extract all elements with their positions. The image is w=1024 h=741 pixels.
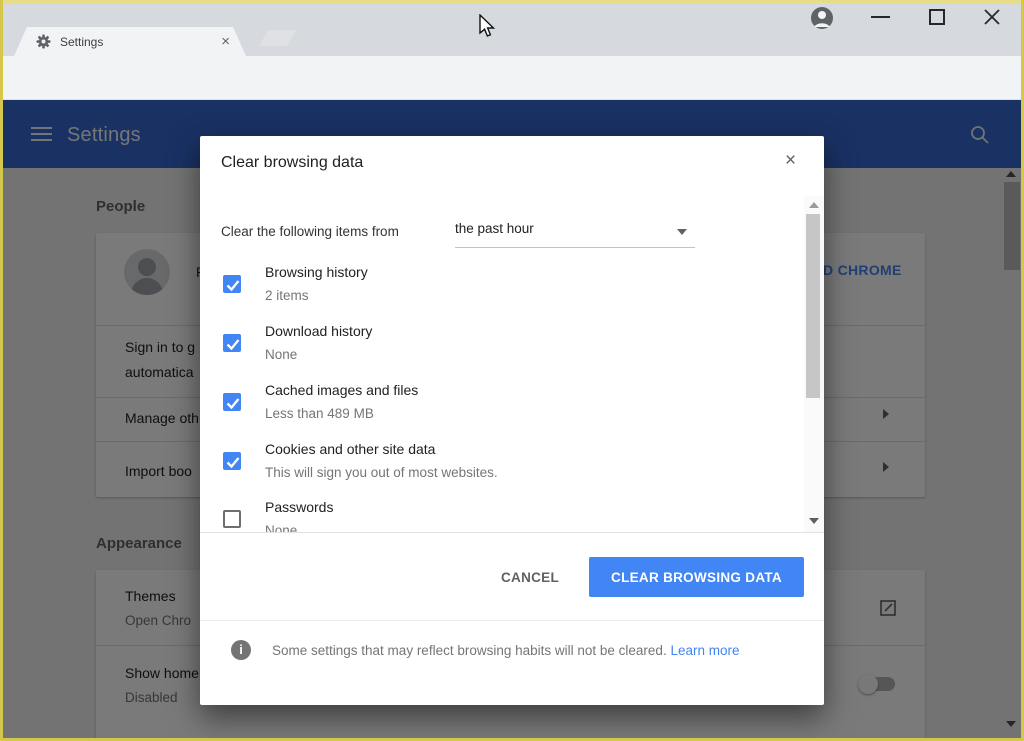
learn-more-link[interactable]: Learn more bbox=[670, 643, 739, 658]
footnote-text: Some settings that may reflect browsing … bbox=[272, 643, 667, 658]
dialog-divider bbox=[200, 532, 824, 533]
checkbox[interactable] bbox=[223, 334, 241, 352]
scrollbar-up-icon[interactable] bbox=[809, 202, 819, 208]
clear-browsing-data-dialog: Clear browsing data × Clear the followin… bbox=[200, 136, 824, 705]
browser-window: Settings × ← → Chrome bbox=[0, 0, 1024, 741]
checkbox-label: Cookies and other site data bbox=[265, 441, 435, 457]
time-range-value: the past hour bbox=[455, 221, 534, 236]
checkbox-label: Download history bbox=[265, 323, 372, 339]
dialog-footnote: Some settings that may reflect browsing … bbox=[272, 639, 796, 663]
dialog-scrollbar-thumb[interactable] bbox=[806, 214, 820, 398]
dialog-footer-divider bbox=[200, 620, 824, 621]
info-icon: i bbox=[231, 640, 251, 660]
window-maximize-button[interactable] bbox=[929, 9, 945, 25]
cancel-button[interactable]: CANCEL bbox=[480, 557, 580, 597]
window-close-button[interactable] bbox=[983, 8, 1001, 26]
clear-browsing-data-button[interactable]: CLEAR BROWSING DATA bbox=[589, 557, 804, 597]
time-range-label: Clear the following items from bbox=[221, 224, 399, 239]
checkbox-row[interactable]: Browsing history 2 items bbox=[200, 258, 790, 314]
tab-settings[interactable]: Settings × bbox=[14, 27, 246, 56]
checkbox[interactable] bbox=[223, 452, 241, 470]
checkbox-row[interactable]: Download history None bbox=[200, 317, 790, 373]
scrollbar-down-icon[interactable] bbox=[809, 518, 819, 524]
dialog-title: Clear browsing data bbox=[221, 154, 363, 172]
window-frame-left bbox=[0, 0, 3, 741]
checkbox[interactable] bbox=[223, 275, 241, 293]
dialog-scroll-area: Clear the following items from the past … bbox=[200, 196, 824, 532]
time-range-select[interactable]: the past hour bbox=[455, 220, 695, 248]
checkbox-row[interactable]: Cookies and other site data This will si… bbox=[200, 435, 790, 491]
tab-close-icon[interactable]: × bbox=[221, 34, 230, 49]
checkbox-detail: This will sign you out of most websites. bbox=[265, 465, 498, 480]
profile-avatar-icon[interactable] bbox=[810, 6, 834, 30]
checkbox-detail: Less than 489 MB bbox=[265, 406, 374, 421]
mouse-cursor bbox=[478, 14, 496, 40]
checkbox[interactable] bbox=[223, 393, 241, 411]
checkbox-label: Browsing history bbox=[265, 264, 368, 280]
window-minimize-button[interactable] bbox=[871, 16, 890, 18]
tab-title: Settings bbox=[60, 35, 221, 49]
checkbox[interactable] bbox=[223, 510, 241, 528]
dialog-close-icon[interactable]: × bbox=[785, 150, 796, 172]
window-frame-top bbox=[0, 0, 1024, 3]
checkbox-detail: None bbox=[265, 347, 297, 362]
new-tab-button[interactable] bbox=[259, 30, 296, 46]
gear-icon bbox=[36, 34, 51, 49]
checkbox-label: Passwords bbox=[265, 499, 333, 515]
checkbox-label: Cached images and files bbox=[265, 382, 418, 398]
checkbox-detail: None bbox=[265, 523, 297, 532]
dialog-scrollbar[interactable] bbox=[804, 196, 824, 532]
tab-strip: Settings × bbox=[0, 0, 1024, 56]
checkbox-row[interactable]: Passwords None bbox=[200, 493, 790, 532]
checkbox-row[interactable]: Cached images and files Less than 489 MB bbox=[200, 376, 790, 432]
checkbox-detail: 2 items bbox=[265, 288, 309, 303]
dropdown-caret-icon bbox=[677, 229, 687, 235]
browser-toolbar: ← → Chrome chrome://settings/clearBrowse… bbox=[0, 56, 1024, 100]
